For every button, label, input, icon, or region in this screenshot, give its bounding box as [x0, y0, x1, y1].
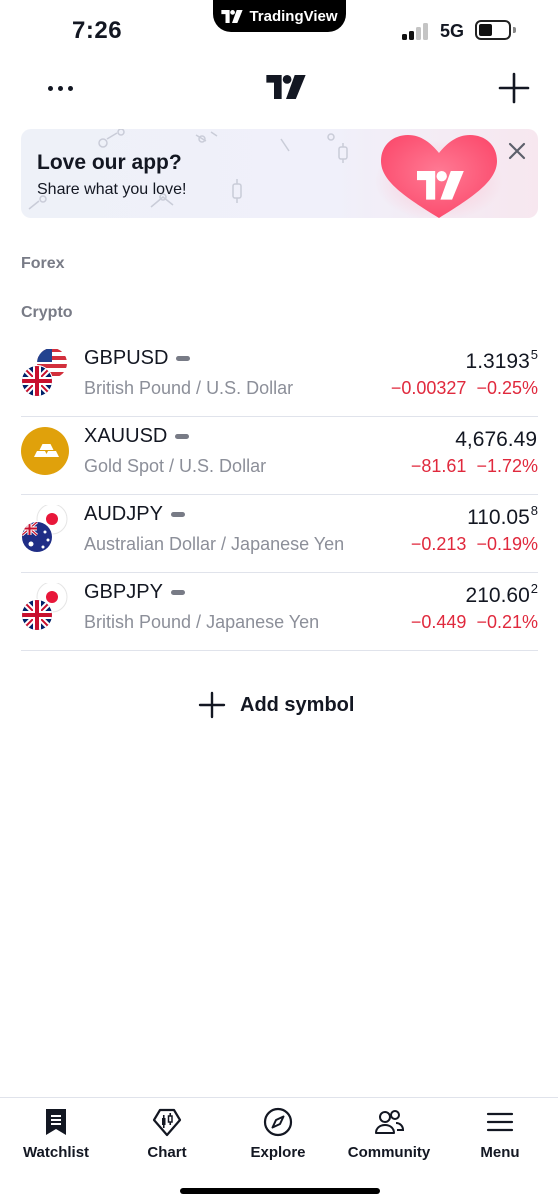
symbol-description: Australian Dollar / Japanese Yen [84, 534, 345, 554]
plus-icon [198, 691, 226, 719]
nav-label: Chart [147, 1144, 187, 1161]
symbol-change: −81.61 −1.72% [410, 456, 538, 476]
banner-subtitle: Share what you love! [37, 181, 187, 198]
symbol-price: 4,676.49 [455, 428, 537, 451]
more-horizontal-icon [47, 85, 73, 91]
symbol-description: British Pound / Japanese Yen [84, 612, 320, 632]
compass-icon [263, 1107, 293, 1137]
signal-icon [402, 22, 432, 40]
symbol-ticker: GBPUSD [84, 347, 191, 370]
battery-tip [513, 27, 516, 33]
symbol-ticker: GBPJPY [84, 581, 185, 604]
battery-icon [475, 20, 511, 40]
nav-label: Watchlist [22, 1144, 90, 1161]
tradingview-small-logo-icon [221, 9, 244, 23]
watchlist-row-audjpy[interactable]: AUDJPY Australian Dollar / Japanese Yen … [21, 495, 538, 573]
symbol-change: −0.213 −0.19% [410, 534, 538, 554]
symbol-ticker: AUDJPY [84, 503, 185, 526]
symbol-price: 210.602 [465, 581, 538, 607]
status-bar: 7:26 TradingView 5G [0, 0, 558, 60]
symbol-price: 1.31935 [465, 347, 538, 373]
dynamic-island: TradingView [213, 0, 346, 32]
section-forex[interactable]: Forex [21, 255, 65, 273]
add-symbol-button[interactable]: Add symbol [198, 688, 354, 722]
network-type: 5G [440, 21, 465, 41]
nav-watchlist[interactable]: Watchlist [1, 1106, 111, 1170]
watchlist-row-gbpusd[interactable]: GBPUSD British Pound / U.S. Dollar 1.319… [21, 339, 538, 417]
tradingview-logo-icon [266, 75, 306, 99]
symbol-price: 110.058 [467, 503, 538, 529]
flag-dash-icon [176, 356, 191, 361]
rate-app-banner[interactable]: Love our app? Share what you love! [21, 129, 538, 218]
symbol-change: −0.00327 −0.25% [390, 378, 538, 398]
nav-chart[interactable]: Chart [112, 1106, 222, 1170]
banner-title: Love our app? [37, 151, 182, 174]
symbol-change: −0.449 −0.21% [410, 612, 538, 632]
flag-dash-icon [170, 590, 185, 595]
add-watchlist-button[interactable] [496, 70, 532, 106]
nav-explore[interactable]: Explore [223, 1106, 333, 1170]
dynamic-island-label: TradingView [249, 7, 338, 25]
watchlist-row-xauusd[interactable]: XAUUSD Gold Spot / U.S. Dollar 4,676.49 … [21, 417, 538, 495]
section-crypto[interactable]: Crypto [21, 304, 73, 322]
flag-dash-icon [175, 434, 190, 439]
home-indicator [180, 1188, 380, 1194]
more-options-button[interactable] [44, 74, 76, 102]
flag-dash-icon [170, 512, 185, 517]
bottom-nav: Watchlist Chart Explore Community Menu [0, 1097, 558, 1200]
nav-label: Menu [480, 1144, 520, 1161]
app-header [0, 62, 558, 116]
heart-logo-icon [375, 135, 503, 218]
symbol-description: Gold Spot / U.S. Dollar [84, 456, 267, 476]
nav-label: Explore [250, 1144, 306, 1161]
watchlist-row-gbpjpy[interactable]: GBPJPY British Pound / Japanese Yen 210.… [21, 573, 538, 651]
nav-community[interactable]: Community [334, 1106, 444, 1170]
community-icon [375, 1110, 405, 1134]
chart-icon [152, 1108, 182, 1137]
gold-bars-icon [21, 427, 69, 475]
watchlist-icon [46, 1109, 66, 1135]
gbpusd-flag-icon [21, 348, 69, 397]
audjpy-flag-icon [21, 503, 69, 553]
status-time: 7:26 [72, 17, 123, 44]
hamburger-icon [486, 1112, 514, 1132]
banner-close-button[interactable] [505, 139, 529, 163]
add-symbol-label: Add symbol [240, 693, 355, 716]
nav-menu[interactable]: Menu [445, 1106, 555, 1170]
nav-label: Community [347, 1144, 431, 1161]
symbol-ticker: XAUUSD [84, 425, 190, 448]
gbpjpy-flag-icon [21, 581, 69, 631]
symbol-description: British Pound / U.S. Dollar [84, 378, 294, 398]
